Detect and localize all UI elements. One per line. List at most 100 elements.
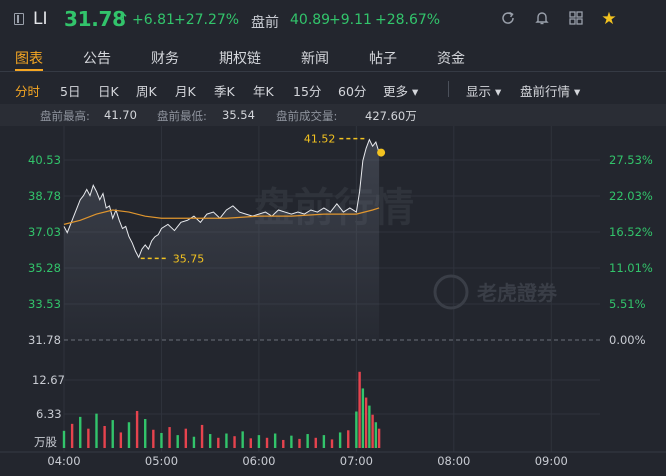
intraday-chart[interactable]: 盘前行情老虎證券41.5235.7540.5338.7837.0335.2833… [0, 126, 666, 476]
volume-bar [144, 419, 147, 448]
premarket-volume-label: 盘前成交量: [276, 109, 338, 123]
divider [448, 81, 449, 97]
max-price-annotation: 41.52 [304, 133, 336, 146]
volume-bar [200, 424, 204, 448]
last-price-marker [377, 148, 386, 157]
volume-bar [371, 414, 374, 448]
volume-bar [62, 430, 66, 448]
volume-bar [152, 429, 155, 448]
price-axis-label: 40.53 [28, 153, 61, 167]
volume-bar [87, 428, 90, 448]
watermark-logo-text: 老虎證券 [477, 281, 558, 305]
price-axis-label: 37.03 [28, 225, 61, 239]
tab-options-chain[interactable]: 期权链 [219, 48, 261, 68]
volume-bar [330, 439, 334, 448]
premarket-high-label: 盘前最高: [40, 109, 90, 123]
volume-bar [208, 434, 212, 448]
volume-bar [257, 435, 261, 448]
time-axis-label: 07:00 [340, 454, 373, 468]
volume-bar [225, 433, 228, 448]
volume-bar [111, 420, 114, 448]
time-axis-label: 06:00 [242, 454, 275, 468]
premarket-change-pct: +28.67% [375, 12, 441, 28]
volume-bar [192, 436, 196, 448]
volume-bar [347, 430, 350, 448]
volume-axis-label: 12.67 [32, 373, 65, 387]
volume-bar [290, 435, 293, 448]
premarket-volume-value: 427.60万 [365, 109, 417, 123]
volume-bar [79, 416, 82, 448]
star-icon[interactable]: ★ [600, 10, 618, 28]
volume-bar [322, 435, 326, 448]
premarket-price: 40.89 [290, 12, 331, 28]
time-axis-label: 09:00 [535, 454, 568, 468]
pct-axis-label: 5.51% [609, 297, 646, 311]
period-5d[interactable]: 5日 [60, 81, 80, 100]
period-weekly[interactable]: 周K [136, 81, 157, 100]
tab-chart[interactable]: 图表 [15, 48, 43, 68]
premarket-stats: 盘前最高: 41.70 盘前最低: 35.54 盘前成交量: 427.60万 [0, 104, 666, 126]
period-bar: 分时 5日 日K 周K 月K 季K 年K 15分 60分 更多 ▾ 显示 ▾ 盘… [0, 73, 666, 103]
volume-bar [233, 436, 236, 448]
volume-bar [168, 427, 171, 448]
price-area [64, 139, 380, 340]
pct-axis-label: 11.01% [609, 261, 653, 275]
volume-bar [176, 435, 179, 448]
volume-bar [273, 433, 277, 448]
time-axis-label: 05:00 [145, 454, 178, 468]
time-axis-label: 08:00 [437, 454, 470, 468]
volume-bar [377, 428, 381, 448]
price-axis-label: 35.28 [28, 261, 61, 275]
more-periods-dropdown[interactable]: 更多 ▾ [383, 81, 418, 100]
refresh-icon[interactable] [499, 10, 517, 28]
volume-bar [282, 439, 285, 448]
pct-axis-label: 16.52% [609, 225, 653, 239]
premarket-high-value: 41.70 [104, 108, 137, 122]
time-axis-label: 04:00 [47, 454, 80, 468]
volume-bar [119, 432, 123, 448]
period-monthly[interactable]: 月K [175, 81, 196, 100]
tab-news[interactable]: 新闻 [301, 48, 329, 68]
volume-bar [135, 410, 139, 448]
up-arrow-icon: ↑ [117, 10, 130, 28]
symbol-icon [14, 13, 24, 25]
premarket-low-label: 盘前最低: [157, 109, 207, 123]
tab-capital[interactable]: 资金 [437, 48, 465, 68]
volume-bar [314, 437, 317, 448]
volume-bar [364, 397, 368, 448]
grid-icon[interactable] [567, 10, 585, 28]
pct-axis-label: 0.00% [609, 333, 646, 347]
volume-bar [217, 437, 220, 448]
price-change-pct: +27.27% [174, 12, 240, 28]
volume-bar [358, 371, 361, 448]
bell-icon[interactable] [533, 10, 551, 28]
period-daily[interactable]: 日K [98, 81, 119, 100]
volume-bar [127, 422, 131, 448]
period-60min[interactable]: 60分 [338, 81, 366, 100]
volume-bar [338, 432, 342, 448]
premarket-quote-dropdown[interactable]: 盘前行情 ▾ [520, 81, 580, 100]
volume-bar [103, 425, 106, 448]
tab-financials[interactable]: 财务 [151, 48, 179, 68]
watermark-logo-icon [433, 274, 469, 310]
volume-bar [306, 434, 309, 448]
active-tab-underline [15, 69, 43, 71]
display-dropdown[interactable]: 显示 ▾ [466, 81, 501, 100]
pct-axis-label: 27.53% [609, 153, 653, 167]
tab-posts[interactable]: 帖子 [369, 48, 397, 68]
premarket-label: 盘前 [251, 15, 279, 31]
volume-axis-label: 6.33 [36, 407, 62, 421]
period-quarterly[interactable]: 季K [214, 81, 235, 100]
volume-bar [160, 432, 163, 448]
price-change: +6.81 [132, 12, 175, 28]
period-15min[interactable]: 15分 [293, 81, 321, 100]
volume-bar [184, 428, 188, 448]
period-yearly[interactable]: 年K [253, 81, 274, 100]
volume-bar [374, 422, 378, 448]
min-price-annotation: 35.75 [173, 252, 205, 265]
tab-announcements[interactable]: 公告 [83, 48, 111, 68]
period-intraday[interactable]: 分时 [15, 81, 40, 100]
volume-bar [95, 413, 98, 448]
volume-unit-label: 万股 [34, 435, 57, 449]
volume-bar [361, 388, 365, 448]
